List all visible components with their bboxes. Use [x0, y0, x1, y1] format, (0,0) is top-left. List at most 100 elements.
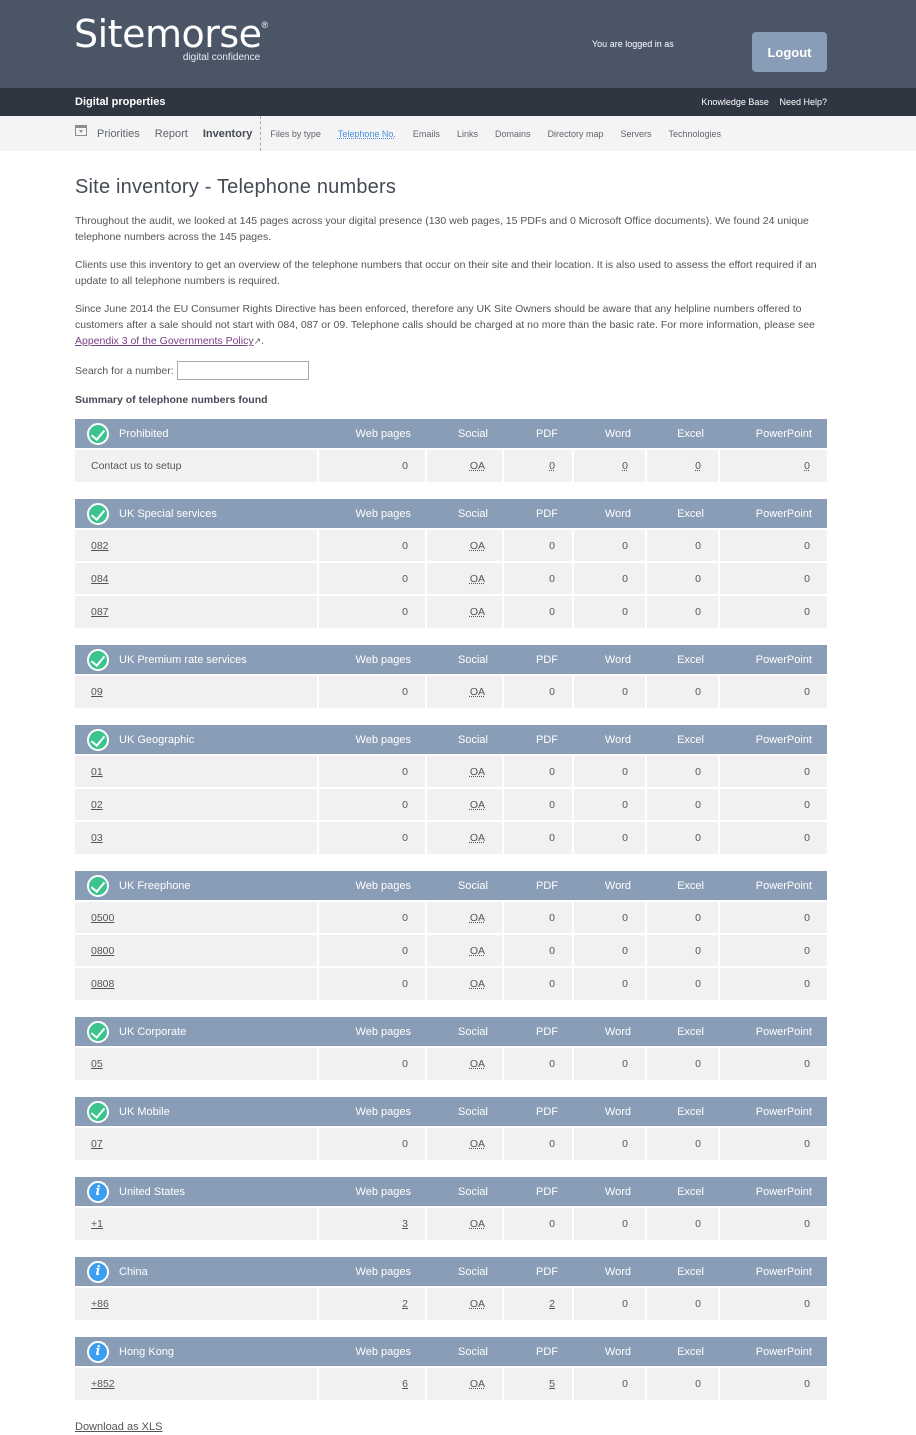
- count-cell-social[interactable]: OA: [425, 900, 503, 934]
- count-link[interactable]: OA: [470, 573, 485, 585]
- subnav-servers[interactable]: Servers: [620, 129, 651, 139]
- subnav-files-by-type[interactable]: Files by type: [270, 129, 321, 139]
- number-prefix-link[interactable]: 05: [91, 1058, 103, 1070]
- government-policy-link[interactable]: Appendix 3 of the Governments Policy: [75, 335, 254, 347]
- count-link[interactable]: OA: [470, 1138, 485, 1150]
- knowledge-base-link[interactable]: Knowledge Base: [701, 97, 769, 107]
- count-link[interactable]: OA: [470, 1058, 485, 1070]
- number-cell[interactable]: 01: [75, 754, 318, 788]
- count-cell-web-pages[interactable]: 2: [317, 1286, 426, 1320]
- download-xls-link[interactable]: Download as XLS: [75, 1421, 162, 1433]
- sitemorse-logo[interactable]: Sitemorse® digital confidence: [74, 14, 268, 63]
- count-link[interactable]: OA: [470, 978, 485, 990]
- count-cell-word[interactable]: 0: [572, 448, 646, 482]
- number-prefix-link[interactable]: +852: [91, 1378, 115, 1390]
- count-link[interactable]: 2: [402, 1298, 408, 1310]
- count-link[interactable]: OA: [470, 686, 485, 698]
- number-cell[interactable]: 05: [75, 1046, 318, 1080]
- count-cell-web-pages[interactable]: 3: [317, 1206, 426, 1240]
- count-cell-pdf[interactable]: 0: [502, 448, 573, 482]
- count-link[interactable]: OA: [470, 1378, 485, 1390]
- nav-inventory[interactable]: Inventory: [203, 128, 253, 140]
- table-row: 087 0 OA 0 0 0 0: [75, 594, 827, 628]
- number-prefix-link[interactable]: 09: [91, 686, 103, 698]
- need-help-link[interactable]: Need Help?: [779, 97, 827, 107]
- count-cell-social[interactable]: OA: [425, 1126, 503, 1160]
- count-cell-social[interactable]: OA: [425, 528, 503, 562]
- count-link[interactable]: OA: [470, 1298, 485, 1310]
- count-cell-social[interactable]: OA: [425, 1206, 503, 1240]
- count-cell-social[interactable]: OA: [425, 561, 503, 595]
- nav-priorities[interactable]: Priorities: [97, 128, 140, 140]
- count-cell-powerpoint[interactable]: 0: [718, 448, 827, 482]
- count-link[interactable]: OA: [470, 460, 485, 472]
- number-prefix-link[interactable]: 02: [91, 799, 103, 811]
- count-link[interactable]: 3: [402, 1218, 408, 1230]
- count-link[interactable]: OA: [470, 799, 485, 811]
- number-prefix-link[interactable]: 087: [91, 606, 109, 618]
- number-cell[interactable]: 0800: [75, 933, 318, 967]
- number-cell[interactable]: 02: [75, 787, 318, 821]
- count-cell-web-pages[interactable]: 6: [317, 1366, 426, 1400]
- number-cell[interactable]: +1: [75, 1206, 318, 1240]
- number-prefix-link[interactable]: 082: [91, 540, 109, 552]
- number-cell[interactable]: 09: [75, 674, 318, 708]
- subnav-emails[interactable]: Emails: [413, 129, 440, 139]
- nav-report[interactable]: Report: [155, 128, 188, 140]
- subnav-directory-map[interactable]: Directory map: [547, 129, 603, 139]
- number-cell[interactable]: 084: [75, 561, 318, 595]
- count-cell-social[interactable]: OA: [425, 787, 503, 821]
- number-prefix-link[interactable]: 07: [91, 1138, 103, 1150]
- number-prefix-link[interactable]: 0500: [91, 912, 114, 924]
- number-prefix-link[interactable]: 01: [91, 766, 103, 778]
- number-prefix-link[interactable]: 0808: [91, 978, 114, 990]
- number-prefix-link[interactable]: 084: [91, 573, 109, 585]
- count-cell-social[interactable]: OA: [425, 674, 503, 708]
- number-cell[interactable]: 0500: [75, 900, 318, 934]
- subnav-links[interactable]: Links: [457, 129, 478, 139]
- count-cell-social[interactable]: OA: [425, 1046, 503, 1080]
- number-cell[interactable]: 03: [75, 820, 318, 854]
- count-link[interactable]: 0: [622, 460, 628, 472]
- count-link[interactable]: OA: [470, 1218, 485, 1230]
- count-link[interactable]: OA: [470, 540, 485, 552]
- logout-button[interactable]: Logout: [752, 32, 827, 72]
- count-cell-social[interactable]: OA: [425, 1286, 503, 1320]
- subnav-telephone-no[interactable]: Telephone No.: [338, 129, 396, 139]
- number-cell[interactable]: 082: [75, 528, 318, 562]
- count-link[interactable]: 2: [549, 1298, 555, 1310]
- number-cell[interactable]: +852: [75, 1366, 318, 1400]
- count-link[interactable]: OA: [470, 766, 485, 778]
- count-cell-social[interactable]: OA: [425, 820, 503, 854]
- number-prefix-link[interactable]: +1: [91, 1218, 103, 1230]
- number-cell[interactable]: +86: [75, 1286, 318, 1320]
- calendar-icon[interactable]: [75, 125, 87, 136]
- search-number-input[interactable]: [176, 361, 309, 380]
- count-link[interactable]: OA: [470, 945, 485, 957]
- number-prefix-link[interactable]: 03: [91, 832, 103, 844]
- number-prefix-link[interactable]: +86: [91, 1298, 109, 1310]
- count-link[interactable]: OA: [470, 832, 485, 844]
- count-link[interactable]: 6: [402, 1378, 408, 1390]
- count-cell-excel[interactable]: 0: [645, 448, 719, 482]
- count-cell-pdf[interactable]: 5: [502, 1366, 573, 1400]
- count-cell-social[interactable]: OA: [425, 1366, 503, 1400]
- count-cell-social[interactable]: OA: [425, 754, 503, 788]
- count-cell-pdf[interactable]: 2: [502, 1286, 573, 1320]
- count-cell-social[interactable]: OA: [425, 966, 503, 1000]
- count-link[interactable]: 0: [695, 460, 701, 472]
- number-cell[interactable]: 07: [75, 1126, 318, 1160]
- count-cell-social[interactable]: OA: [425, 448, 503, 482]
- count-cell-social[interactable]: OA: [425, 594, 503, 628]
- count-link[interactable]: OA: [470, 912, 485, 924]
- count-link[interactable]: OA: [470, 606, 485, 618]
- count-link[interactable]: 0: [804, 460, 810, 472]
- count-link[interactable]: 5: [549, 1378, 555, 1390]
- number-cell[interactable]: 0808: [75, 966, 318, 1000]
- subnav-domains[interactable]: Domains: [495, 129, 531, 139]
- count-cell-social[interactable]: OA: [425, 933, 503, 967]
- count-link[interactable]: 0: [549, 460, 555, 472]
- number-cell[interactable]: 087: [75, 594, 318, 628]
- number-prefix-link[interactable]: 0800: [91, 945, 114, 957]
- subnav-technologies[interactable]: Technologies: [669, 129, 722, 139]
